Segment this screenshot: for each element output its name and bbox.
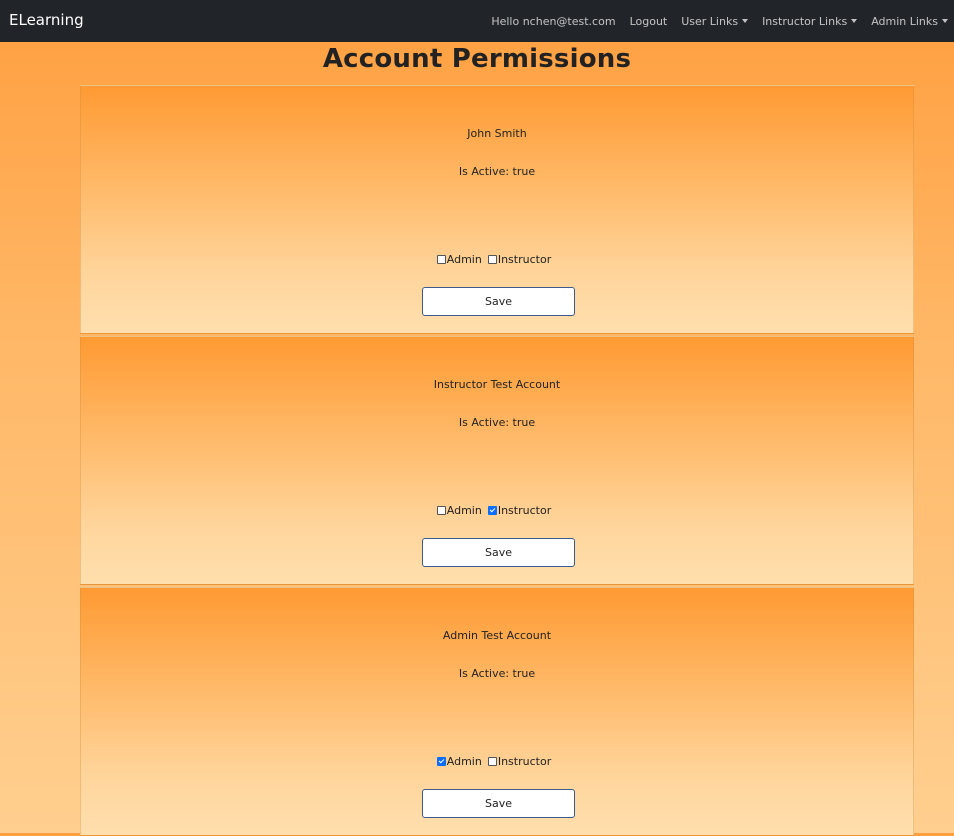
instructor-checkbox-label: Instructor [497, 755, 552, 768]
admin-checkbox-label: Admin [446, 253, 482, 266]
account-name: Instructor Test Account [433, 378, 561, 391]
instructor-checkbox-label: Instructor [497, 504, 552, 517]
instructor-checkbox-label: Instructor [497, 253, 552, 266]
user-greeting-link[interactable]: Hello nchen@test.com [491, 15, 615, 28]
account-name: Admin Test Account [442, 629, 552, 642]
instructor-checkbox[interactable] [487, 757, 497, 766]
navbar-links: Hello nchen@test.com Logout User Links I… [491, 0, 948, 42]
top-navbar: ELearning Hello nchen@test.com Logout Us… [0, 0, 954, 42]
admin-links-label: Admin Links [871, 14, 938, 28]
admin-checkbox[interactable] [436, 506, 446, 515]
account-card: John Smith Is Active: true Admin Instruc… [80, 85, 914, 334]
account-active-status: Is Active: true [458, 165, 536, 178]
save-button[interactable]: Save [422, 538, 575, 567]
caret-down-icon [742, 19, 749, 23]
save-button[interactable]: Save [422, 789, 575, 818]
admin-checkbox[interactable] [436, 255, 446, 264]
account-active-status: Is Active: true [458, 416, 536, 429]
instructor-checkbox[interactable] [487, 506, 497, 515]
user-links-label: User Links [681, 14, 739, 28]
account-name: John Smith [467, 127, 527, 140]
instructor-links-dropdown[interactable]: Instructor Links [762, 14, 858, 28]
instructor-links-label: Instructor Links [762, 14, 848, 28]
account-active-status: Is Active: true [458, 667, 536, 680]
permission-checkboxes: Admin Instructor [81, 253, 913, 266]
caret-down-icon [851, 19, 858, 23]
account-card: Instructor Test Account Is Active: true … [80, 336, 914, 585]
account-card: Admin Test Account Is Active: true Admin… [80, 587, 914, 836]
permission-checkboxes: Admin Instructor [81, 755, 913, 768]
instructor-checkbox[interactable] [487, 255, 497, 264]
admin-checkbox-label: Admin [446, 504, 482, 517]
logout-link[interactable]: Logout [630, 15, 668, 28]
admin-links-dropdown[interactable]: Admin Links [871, 15, 948, 28]
save-button[interactable]: Save [422, 287, 575, 316]
permission-checkboxes: Admin Instructor [81, 504, 913, 517]
user-links-dropdown[interactable]: User Links [681, 14, 749, 28]
page-title: Account Permissions [322, 44, 632, 74]
admin-checkbox[interactable] [436, 757, 446, 766]
brand-link[interactable]: ELearning [9, 11, 84, 29]
caret-down-icon [942, 19, 948, 23]
admin-checkbox-label: Admin [446, 755, 482, 768]
